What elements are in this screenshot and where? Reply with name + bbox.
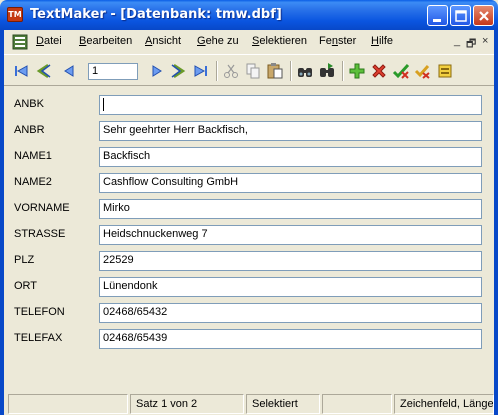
field-label-name1: NAME1: [14, 150, 52, 162]
find-icon[interactable]: [296, 62, 314, 80]
minimize-button[interactable]: [427, 5, 448, 26]
status-panel-empty: [8, 394, 128, 414]
cut-icon[interactable]: [222, 62, 240, 80]
menu-ansicht[interactable]: Ansicht: [145, 35, 181, 47]
record-form: ANBK ANBR Sehr geehrter Herr Backfisch, …: [4, 87, 494, 385]
field-label-strasse: STRASSE: [14, 228, 66, 240]
menu-bearbeiten[interactable]: Bearbeiten: [79, 35, 132, 47]
field-input-ort[interactable]: Lünendonk: [99, 277, 482, 297]
next-record-icon[interactable]: [148, 62, 166, 80]
text-cursor: [103, 98, 104, 111]
field-input-plz[interactable]: 22529: [99, 251, 482, 271]
field-input-anbr[interactable]: Sehr geehrter Herr Backfisch,: [99, 121, 482, 141]
record-number-input[interactable]: 1: [88, 63, 138, 80]
field-label-anbr: ANBR: [14, 124, 45, 136]
paste-icon[interactable]: [266, 62, 284, 80]
textmaker-app-icon[interactable]: TM: [7, 7, 23, 22]
field-input-telefax[interactable]: 02468/65439: [99, 329, 482, 349]
toolbar-separator: [216, 61, 218, 81]
mdi-minimize-button[interactable]: _: [454, 35, 460, 47]
status-record-position: Satz 1 von 2: [130, 394, 244, 414]
menu-selektieren[interactable]: Selektieren: [252, 35, 307, 47]
close-button[interactable]: [473, 5, 494, 26]
database-icon[interactable]: [436, 62, 454, 80]
field-input-vorname[interactable]: Mirko: [99, 199, 482, 219]
field-label-anbk: ANBK: [14, 98, 44, 110]
toolbar-separator: [290, 61, 292, 81]
first-record-icon[interactable]: [12, 62, 30, 80]
field-label-ort: ORT: [14, 280, 38, 292]
field-label-telefon: TELEFON: [14, 306, 65, 318]
field-input-name1[interactable]: Backfisch: [99, 147, 482, 167]
document-window-icon[interactable]: [12, 34, 28, 50]
field-input-telefon[interactable]: 02468/65432: [99, 303, 482, 323]
status-field-type: Zeichenfeld, Länge: [394, 394, 494, 414]
next-page-icon[interactable]: [170, 62, 188, 80]
title-bar[interactable]: TM TextMaker - [Datenbank: tmw.dbf]: [0, 0, 498, 30]
field-label-telefax: TELEFAX: [14, 332, 63, 344]
menu-hilfe[interactable]: Hilfe: [371, 35, 393, 47]
add-record-icon[interactable]: [348, 62, 366, 80]
window-title: TextMaker - [Datenbank: tmw.dbf]: [30, 7, 282, 22]
last-record-icon[interactable]: [192, 62, 210, 80]
toolbar-separator: [342, 61, 344, 81]
toolbar: 1: [4, 54, 494, 86]
menu-bar: Datei Bearbeiten Ansicht Gehe zu Selekti…: [0, 30, 498, 54]
deselect-record-icon[interactable]: [414, 62, 432, 80]
copy-icon[interactable]: [244, 62, 262, 80]
select-record-icon[interactable]: [392, 62, 410, 80]
menu-fenster[interactable]: Fenster: [319, 35, 356, 47]
field-label-vorname: VORNAME: [14, 202, 70, 214]
field-input-name2[interactable]: Cashflow Consulting GmbH: [99, 173, 482, 193]
field-input-anbk[interactable]: [99, 95, 482, 115]
mdi-restore-button[interactable]: 🗗: [466, 35, 476, 54]
status-panel-empty: [322, 394, 392, 414]
field-input-strasse[interactable]: Heidschnuckenweg 7: [99, 225, 482, 245]
field-label-plz: PLZ: [14, 254, 35, 266]
delete-record-icon[interactable]: [370, 62, 388, 80]
menu-gehe-zu[interactable]: Gehe zu: [197, 35, 239, 47]
window-border-right: [494, 30, 498, 415]
maximize-button[interactable]: [450, 5, 471, 26]
status-selection-state: Selektiert: [246, 394, 320, 414]
previous-record-icon[interactable]: [60, 62, 78, 80]
menu-datei[interactable]: Datei: [36, 35, 62, 47]
previous-page-icon[interactable]: [34, 62, 52, 80]
field-label-name2: NAME2: [14, 176, 52, 188]
status-bar: Satz 1 von 2 Selektiert Zeichenfeld, Län…: [4, 391, 494, 415]
mdi-close-button[interactable]: ×: [482, 35, 488, 47]
find-next-icon[interactable]: [318, 62, 336, 80]
